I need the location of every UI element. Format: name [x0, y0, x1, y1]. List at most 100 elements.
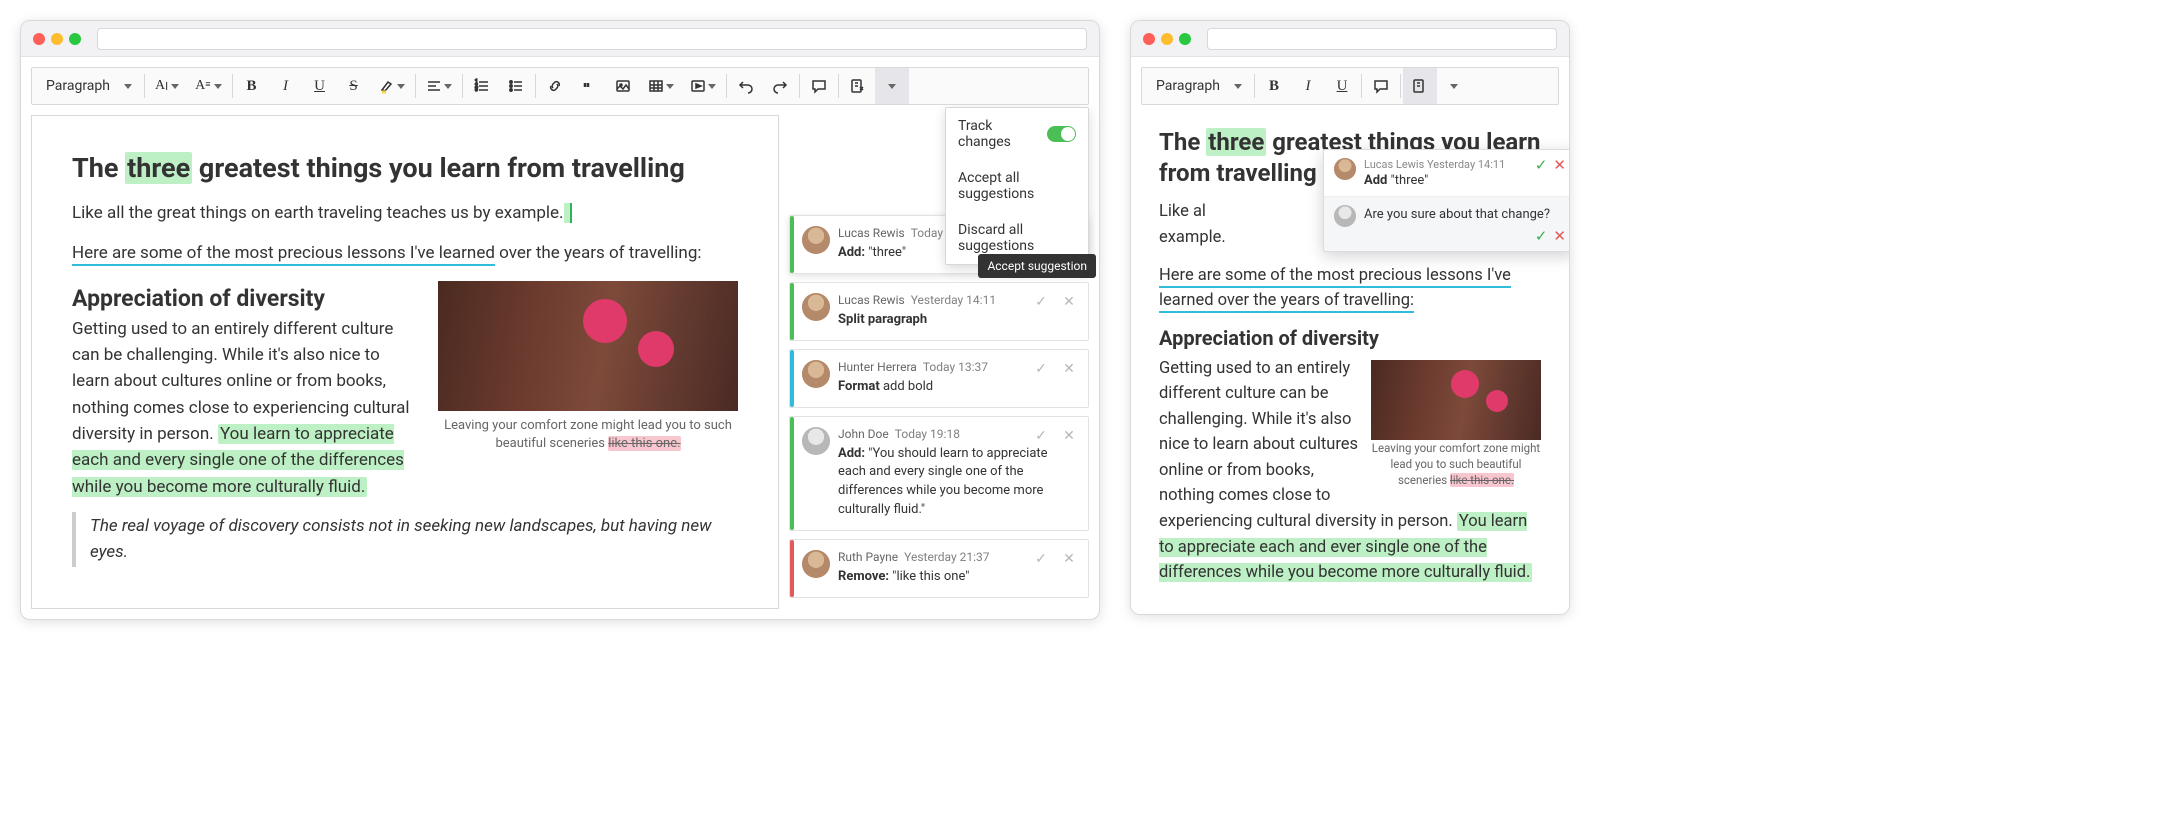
suggestion-popover: Lucas Lewis Yesterday 14:11 Add "three" … — [1323, 149, 1569, 252]
reject-suggestion-button[interactable]: ✕ — [1058, 548, 1080, 570]
suggestion-author: Lucas Rewis — [838, 226, 905, 240]
avatar — [1334, 205, 1356, 227]
suggestion-card[interactable]: John DoeToday 19:18 Add: "You should lea… — [789, 416, 1089, 531]
italic-button[interactable]: I — [1291, 68, 1325, 104]
align-button[interactable] — [418, 68, 460, 104]
suggestion-description: Add: "You should learn to appreciate eac… — [838, 445, 1076, 520]
image-caption: Leaving your comfort zone might lead you… — [1371, 440, 1541, 488]
link-button[interactable] — [538, 68, 572, 104]
close-window-dot[interactable] — [1143, 33, 1155, 45]
bullet-list-button[interactable] — [499, 68, 533, 104]
paragraph-style-dropdown[interactable]: Paragraph — [32, 68, 142, 104]
paragraph: Here are some of the most precious lesso… — [72, 240, 738, 266]
track-changes-button[interactable] — [841, 68, 875, 104]
heading-2: Appreciation of diversity — [72, 285, 418, 312]
comment-button[interactable] — [802, 68, 836, 104]
suggestion-card[interactable]: Hunter HerreraToday 13:37 Format add bol… — [789, 349, 1089, 408]
document-page[interactable]: The three greatest things you learn from… — [1131, 105, 1569, 614]
underline-button[interactable]: U — [303, 68, 337, 104]
bold-button[interactable]: B — [1257, 68, 1291, 104]
menu-item-track-changes[interactable]: Track changes — [946, 108, 1088, 160]
paragraph: Getting used to an entirely different cu… — [72, 316, 418, 500]
popover-time: Yesterday 14:11 — [1427, 158, 1505, 171]
paragraph: Here are some of the most precious lesso… — [1159, 263, 1541, 314]
chevron-down-icon — [888, 84, 896, 89]
suggestion-type-bar — [790, 540, 794, 597]
paragraph: Like all the great things on earth trave… — [72, 200, 738, 226]
reject-suggestion-button[interactable]: ✕ — [1553, 156, 1566, 174]
reject-suggestion-button[interactable]: ✕ — [1553, 227, 1566, 245]
font-family-dropdown[interactable]: AI — [147, 68, 187, 104]
popover-suggestion-row[interactable]: Lucas Lewis Yesterday 14:11 Add "three" … — [1324, 150, 1569, 197]
accept-suggestion-button[interactable]: ✓ — [1030, 425, 1052, 447]
blockquote-button[interactable] — [572, 68, 606, 104]
suggestion-author: Ruth Payne — [838, 550, 898, 564]
editor-toolbar: Paragraph B I U — [1141, 67, 1559, 105]
avatar — [802, 360, 830, 388]
reject-suggestion-button[interactable]: ✕ — [1058, 358, 1080, 380]
reject-suggestion-button[interactable]: ✕ — [1058, 291, 1080, 313]
paragraph-style-dropdown[interactable]: Paragraph — [1142, 68, 1252, 104]
chevron-down-icon — [708, 84, 716, 89]
accept-suggestion-button[interactable]: ✓ — [1535, 227, 1548, 245]
media-button[interactable] — [682, 68, 724, 104]
close-window-dot[interactable] — [33, 33, 45, 45]
numbered-list-button[interactable]: 123 — [465, 68, 499, 104]
table-button[interactable] — [640, 68, 682, 104]
image-placeholder[interactable] — [438, 281, 738, 411]
track-changes-button[interactable] — [1403, 68, 1437, 104]
accept-suggestion-button[interactable]: ✓ — [1030, 548, 1052, 570]
chevron-down-icon — [1234, 84, 1242, 89]
window-titlebar — [21, 21, 1099, 57]
maximize-window-dot[interactable] — [1179, 33, 1191, 45]
address-bar[interactable] — [1207, 28, 1557, 50]
track-changes-menu: Track changes Accept all suggestions Dis… — [945, 107, 1089, 265]
image-placeholder[interactable] — [1371, 360, 1541, 440]
suggestion-description: Split paragraph — [838, 311, 1076, 330]
chevron-down-icon — [444, 84, 452, 89]
chevron-down-icon — [1450, 84, 1458, 89]
suggestion-time: Yesterday 14:11 — [911, 293, 996, 307]
accept-suggestion-button[interactable]: ✓ — [1030, 358, 1052, 380]
reject-suggestion-button[interactable]: ✕ — [1058, 425, 1080, 447]
chevron-down-icon — [397, 84, 405, 89]
highlight-button[interactable] — [371, 68, 413, 104]
underline-button[interactable]: U — [1325, 68, 1359, 104]
track-changes-toggle[interactable] — [1047, 126, 1076, 142]
chevron-down-icon — [666, 84, 674, 89]
redo-button[interactable] — [763, 68, 797, 104]
blockquote: The real voyage of discovery consists no… — [72, 512, 738, 567]
document-page[interactable]: The three greatest things you learn from… — [31, 115, 779, 609]
menu-item-accept-all[interactable]: Accept all suggestions — [946, 160, 1088, 212]
heading-2: Appreciation of diversity — [1159, 326, 1541, 350]
track-changes-dropdown[interactable] — [1437, 68, 1471, 104]
font-size-dropdown[interactable]: A≡ — [187, 68, 229, 104]
chevron-down-icon — [171, 84, 179, 89]
tooltip: Accept suggestion — [978, 254, 1096, 278]
popover-comment-row[interactable]: Are you sure about that change? ✓ ✕ — [1324, 197, 1569, 251]
comment-button[interactable] — [1364, 68, 1398, 104]
minimize-window-dot[interactable] — [1161, 33, 1173, 45]
track-changes-dropdown[interactable] — [875, 68, 909, 104]
avatar — [1334, 158, 1356, 180]
image-caption: Leaving your comfort zone might lead you… — [438, 417, 738, 453]
format-mark: Here are some of the most precious lesso… — [72, 243, 495, 266]
undo-button[interactable] — [729, 68, 763, 104]
suggestion-card[interactable]: Ruth PayneYesterday 21:37 Remove: "like … — [789, 539, 1089, 598]
accept-suggestion-button[interactable]: ✓ — [1535, 156, 1548, 174]
maximize-window-dot[interactable] — [69, 33, 81, 45]
chevron-down-icon — [124, 84, 132, 89]
suggestion-author: Hunter Herrera — [838, 360, 917, 374]
popover-author: Lucas Lewis — [1364, 158, 1424, 171]
style-label: Paragraph — [46, 78, 110, 94]
italic-button[interactable]: I — [269, 68, 303, 104]
minimize-window-dot[interactable] — [51, 33, 63, 45]
suggestion-card[interactable]: Lucas RewisYesterday 14:11 Split paragra… — [789, 282, 1089, 341]
editor-window-mobile: Paragraph B I U The three greatest thing… — [1130, 20, 1570, 615]
address-bar[interactable] — [97, 28, 1087, 50]
accept-suggestion-button[interactable]: ✓ — [1030, 291, 1052, 313]
image-button[interactable] — [606, 68, 640, 104]
svg-text:3: 3 — [475, 87, 478, 93]
bold-button[interactable]: B — [235, 68, 269, 104]
strikethrough-button[interactable]: S — [337, 68, 371, 104]
